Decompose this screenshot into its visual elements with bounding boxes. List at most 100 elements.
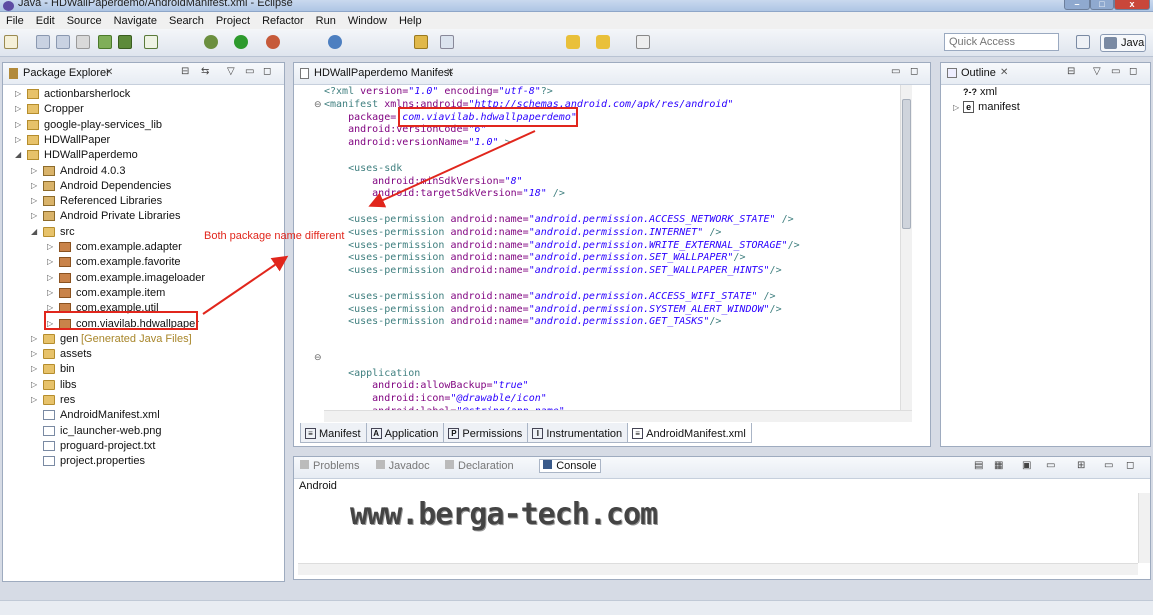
expand-arrow-icon[interactable]: ▷	[15, 133, 21, 147]
display-console-icon[interactable]: ▭	[1046, 460, 1055, 471]
tree-item[interactable]: ▷ Android 4.0.3	[3, 164, 283, 179]
package-explorer-tab[interactable]: Package Explorer ✕ ⊟ ⇆ ▽ ▭ ◻	[3, 63, 284, 85]
tab-console[interactable]: Console	[539, 459, 601, 473]
close-button[interactable]: x	[1114, 0, 1150, 10]
maximize-view-icon[interactable]: ◻	[263, 66, 271, 77]
minimize-button[interactable]: –	[1064, 0, 1090, 10]
open-console-icon[interactable]: ▣	[1022, 460, 1031, 471]
collapse-all-icon[interactable]: ⊟	[181, 66, 189, 77]
expand-arrow-icon[interactable]: ▷	[31, 179, 37, 193]
expand-arrow-icon[interactable]: ▷	[953, 103, 959, 112]
expand-arrow-icon[interactable]: ▷	[47, 286, 53, 300]
outline-view-menu-icon[interactable]: ▽	[1093, 66, 1101, 77]
expand-arrow-icon[interactable]: ▷	[31, 209, 37, 223]
link-editor-icon[interactable]: ⇆	[201, 66, 209, 77]
tab-permissions[interactable]: P Permissions	[443, 423, 529, 443]
tree-item[interactable]: AndroidManifest.xml	[3, 408, 283, 423]
expand-arrow-icon[interactable]: ▷	[15, 102, 21, 116]
menu-item-refactor[interactable]: Refactor	[256, 15, 310, 27]
java-perspective-button[interactable]: Java	[1100, 34, 1146, 52]
expand-arrow-icon[interactable]: ▷	[31, 378, 37, 392]
tab-problems[interactable]: Problems	[300, 460, 359, 472]
expand-arrow-icon[interactable]: ▷	[15, 87, 21, 101]
minimize-editor-icon[interactable]: ▭	[891, 66, 900, 77]
tree-item[interactable]: ▷ Android Dependencies	[3, 179, 283, 194]
tree-item[interactable]: ▷ Cropper	[3, 102, 283, 117]
pin-editor-icon[interactable]	[636, 35, 650, 49]
tree-item[interactable]: ▷ com.example.favorite	[3, 255, 283, 270]
view-menu-icon[interactable]: ▽	[227, 66, 235, 77]
editor-vertical-scrollbar[interactable]	[900, 85, 912, 410]
debug-icon[interactable]	[204, 35, 218, 49]
fold-marker-icon[interactable]: ⊖	[314, 352, 322, 363]
menu-item-project[interactable]: Project	[210, 15, 256, 27]
expand-arrow-icon[interactable]: ▷	[31, 194, 37, 208]
expand-arrow-icon[interactable]: ▷	[15, 118, 21, 132]
expand-arrow-icon[interactable]: ▷	[31, 332, 37, 346]
new-class-icon[interactable]	[328, 35, 342, 49]
open-type-icon[interactable]	[414, 35, 428, 49]
console-horizontal-scrollbar[interactable]	[298, 563, 1138, 575]
tree-item[interactable]: ▷ google-play-services_lib	[3, 118, 283, 133]
tab-declaration[interactable]: Declaration	[445, 460, 514, 472]
back-icon[interactable]	[566, 35, 580, 49]
tree-item[interactable]: ▷ libs	[3, 378, 283, 393]
expand-arrow-icon[interactable]: ◢	[31, 225, 37, 239]
tree-item[interactable]: proguard-project.txt	[3, 439, 283, 454]
scroll-lock-icon[interactable]: ▦	[994, 460, 1003, 471]
open-perspective-icon[interactable]	[1076, 35, 1090, 49]
menu-item-edit[interactable]: Edit	[30, 15, 61, 27]
lint-icon[interactable]	[144, 35, 158, 49]
tree-item[interactable]: ▷ com.example.adapter	[3, 240, 283, 255]
expand-arrow-icon[interactable]: ▷	[31, 347, 37, 361]
close-editor-icon[interactable]: ✕	[446, 67, 454, 78]
maximize-outline-icon[interactable]: ◻	[1129, 66, 1137, 77]
save-all-icon[interactable]	[56, 35, 70, 49]
tree-item[interactable]: ▷ assets	[3, 347, 283, 362]
expand-arrow-icon[interactable]: ▷	[47, 271, 53, 285]
expand-arrow-icon[interactable]: ▷	[31, 362, 37, 376]
forward-icon[interactable]	[596, 35, 610, 49]
menu-item-window[interactable]: Window	[342, 15, 393, 27]
new-console-icon[interactable]: ⊞	[1077, 460, 1085, 471]
menu-item-run[interactable]: Run	[310, 15, 342, 27]
sdk-manager-icon[interactable]	[98, 35, 112, 49]
expand-arrow-icon[interactable]: ◢	[15, 148, 21, 162]
external-tools-icon[interactable]	[266, 35, 280, 49]
minimize-console-icon[interactable]: ▭	[1104, 460, 1113, 471]
console-vertical-scrollbar[interactable]	[1138, 493, 1150, 563]
expand-arrow-icon[interactable]: ▷	[31, 393, 37, 407]
fold-marker-icon[interactable]: ⊖	[314, 99, 322, 110]
new-icon[interactable]	[4, 35, 18, 49]
editor-tab-title[interactable]: HDWallPaperdemo Manifest	[314, 67, 452, 79]
search-icon[interactable]	[440, 35, 454, 49]
tree-item[interactable]: ▷ gen [Generated Java Files]	[3, 332, 283, 347]
menu-item-help[interactable]: Help	[393, 15, 428, 27]
tree-item[interactable]: ▷ Android Private Libraries	[3, 209, 283, 224]
tab-androidmanifest-xml[interactable]: ≡ AndroidManifest.xml	[627, 423, 752, 443]
minimize-outline-icon[interactable]: ▭	[1111, 66, 1120, 77]
tree-item[interactable]: ▷ res	[3, 393, 283, 408]
collapse-outline-icon[interactable]: ⊟	[1067, 66, 1075, 77]
tree-item[interactable]: ic_launcher-web.png	[3, 424, 283, 439]
tree-item[interactable]: ◢ HDWallPaperdemo	[3, 148, 283, 163]
outline-item-xml[interactable]: ?-? xml	[963, 85, 997, 100]
menu-item-search[interactable]: Search	[163, 15, 210, 27]
tab-manifest[interactable]: ≡ Manifest	[300, 423, 367, 443]
maximize-button[interactable]: □	[1090, 0, 1114, 10]
print-icon[interactable]	[76, 35, 90, 49]
minimize-view-icon[interactable]: ▭	[245, 66, 254, 77]
tree-item[interactable]: ▷ com.example.item	[3, 286, 283, 301]
close-tab-icon[interactable]: ✕	[105, 67, 113, 78]
tab-instrumentation[interactable]: I Instrumentation	[527, 423, 629, 443]
outline-tab[interactable]: Outline ✕ ⊟ ▽ ▭ ◻	[941, 63, 1150, 85]
tree-item[interactable]: ▷ bin	[3, 362, 283, 377]
outline-item-manifest[interactable]: ▷ e manifest	[953, 100, 1020, 115]
tree-item[interactable]: project.properties	[3, 454, 283, 469]
tab-javadoc[interactable]: Javadoc	[375, 460, 430, 472]
close-outline-icon[interactable]: ✕	[1000, 67, 1008, 78]
expand-arrow-icon[interactable]: ▷	[31, 164, 37, 178]
code-area[interactable]: <?xml version="1.0" encoding="utf-8"?> <m…	[324, 85, 902, 412]
clear-console-icon[interactable]: ▤	[974, 460, 983, 471]
menu-item-navigate[interactable]: Navigate	[108, 15, 163, 27]
